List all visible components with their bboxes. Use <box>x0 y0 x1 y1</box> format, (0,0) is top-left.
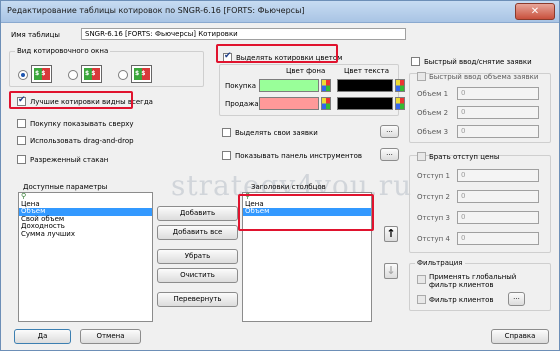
value-field[interactable]: 0 <box>457 87 539 100</box>
drag-drop-label: Использовать drag-and-drop <box>30 137 134 145</box>
sell-text-palette-icon[interactable] <box>395 97 405 110</box>
help-button[interactable]: Справка <box>491 329 549 344</box>
sell-color-label: Продажа <box>225 100 259 108</box>
cancel-button[interactable]: Отмена <box>80 329 141 344</box>
row-label: Отступ 2 <box>417 193 450 201</box>
quick-volume-label: Быстрый ввод объема заявки <box>429 73 539 81</box>
quick-volume-checkbox[interactable] <box>417 72 426 81</box>
best-quotes-checkbox[interactable] <box>17 95 26 106</box>
flip-button[interactable]: Перевернуть <box>157 292 238 307</box>
table-name-label: Имя таблицы <box>11 31 60 39</box>
move-up-button[interactable]: ↑ <box>384 226 398 242</box>
close-button[interactable]: ✕ <box>515 3 555 20</box>
sell-text-swatch[interactable] <box>337 97 393 110</box>
value-field[interactable]: 0 <box>457 106 539 119</box>
list-item[interactable]: Объем <box>243 207 371 216</box>
value-field[interactable]: 0 <box>457 125 539 138</box>
quote-view-3-icon: $ $ <box>131 65 152 83</box>
client-filter-label: Фильтр клиентов <box>429 296 494 304</box>
show-toolbar-checkbox[interactable] <box>222 151 231 160</box>
buy-bg-swatch[interactable] <box>259 79 319 92</box>
window-title: Редактирование таблицы котировок по SNGR… <box>7 6 305 15</box>
show-toolbar-label: Показывать панель инструментов <box>235 152 363 160</box>
highlight-color-label: Выделять котировки цветом <box>236 54 343 62</box>
highlight-own-dots-button[interactable]: ... <box>380 125 399 138</box>
row-label: Объем 1 <box>417 90 449 98</box>
buy-top-label: Покупку показывать сверху <box>30 120 134 128</box>
add-all-button[interactable]: Добавить все <box>157 225 238 240</box>
text-color-header: Цвет текста <box>344 67 389 75</box>
row-label: Отступ 4 <box>417 235 450 243</box>
table-name-input[interactable]: SNGR-6.16 [FORTS: Фьючерсы] Котировки <box>81 28 406 40</box>
columns-label: Заголовки столбцов <box>251 183 326 191</box>
view-group-label: Вид котировочного окна <box>15 47 111 55</box>
buy-bg-palette-icon[interactable] <box>321 79 331 92</box>
client-filter-checkbox[interactable] <box>417 295 426 304</box>
quote-view-1-icon: $ $ <box>31 65 52 83</box>
value-field[interactable]: 0 <box>457 190 539 203</box>
view-radio-2[interactable] <box>68 70 78 80</box>
sell-bg-palette-icon[interactable] <box>321 97 331 110</box>
offset-label: Брать отступ цены <box>429 153 500 161</box>
drag-drop-checkbox[interactable] <box>17 136 26 145</box>
best-quotes-label: Лучшие котировки видны всегда <box>30 98 153 106</box>
move-down-button[interactable]: ↓ <box>384 263 398 279</box>
offset-checkbox[interactable] <box>417 152 426 161</box>
remove-button[interactable]: Убрать <box>157 249 238 264</box>
available-params-label: Доступные параметры <box>23 183 108 191</box>
value-field[interactable]: 0 <box>457 169 539 182</box>
ok-button[interactable]: Да <box>14 329 71 344</box>
quote-view-2-icon: $ $ <box>81 65 102 83</box>
sell-bg-swatch[interactable] <box>259 97 319 110</box>
title-bar: Редактирование таблицы котировок по SNGR… <box>1 1 559 23</box>
columns-list[interactable]: ⚲ Цена Объем <box>242 192 372 322</box>
view-radio-1[interactable] <box>18 70 28 80</box>
quick-order-label: Быстрый ввод/снятие заявки <box>424 58 532 66</box>
available-params-list[interactable]: ⚲ Цена Объем Свой объем Доходность Сумма луч… <box>18 192 153 322</box>
highlight-own-label: Выделять свои заявки <box>235 129 318 137</box>
value-field[interactable]: 0 <box>457 211 539 224</box>
value-field[interactable]: 0 <box>457 232 539 245</box>
row-label: Объем 3 <box>417 128 449 136</box>
sparse-checkbox[interactable] <box>17 155 26 164</box>
row-label: Отступ 1 <box>417 172 450 180</box>
client-filter-dots-button[interactable]: ... <box>508 292 525 306</box>
add-button[interactable]: Добавить <box>157 206 238 221</box>
list-item[interactable]: Сумма лучших <box>19 230 152 239</box>
buy-text-swatch[interactable] <box>337 79 393 92</box>
dialog-window: Редактирование таблицы котировок по SNGR… <box>0 0 560 351</box>
highlight-color-checkbox[interactable] <box>223 51 232 62</box>
bg-color-header: Цвет фона <box>286 67 326 75</box>
arrow-down-icon: ↓ <box>386 264 396 277</box>
buy-color-label: Покупка <box>225 82 257 90</box>
clear-button[interactable]: Очистить <box>157 268 238 283</box>
row-label: Отступ 3 <box>417 214 450 222</box>
buy-top-checkbox[interactable] <box>17 119 26 128</box>
row-label: Объем 2 <box>417 109 449 117</box>
toolbar-dots-button[interactable]: ... <box>380 148 399 161</box>
filter-group-label: Фильтрация <box>415 259 465 267</box>
buy-text-palette-icon[interactable] <box>395 79 405 92</box>
global-filter-checkbox[interactable] <box>417 275 426 284</box>
arrow-up-icon: ↑ <box>386 227 396 240</box>
view-radio-3[interactable] <box>118 70 128 80</box>
highlight-own-checkbox[interactable] <box>222 128 231 137</box>
quick-order-checkbox[interactable] <box>411 57 420 66</box>
global-filter-label: Применять глобальный фильтр клиентов <box>429 273 517 289</box>
sparse-label: Разреженный стакан <box>30 156 109 164</box>
